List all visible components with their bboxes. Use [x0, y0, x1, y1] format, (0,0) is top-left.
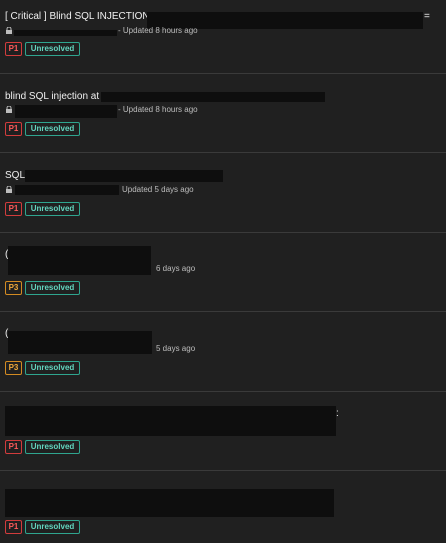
title-suffix: = [424, 11, 430, 22]
lock-icon [6, 186, 12, 193]
report-badges: P1 Unresolved [5, 42, 83, 56]
report-meta [5, 105, 15, 115]
status-badge: Unresolved [25, 42, 80, 56]
priority-badge: P1 [5, 520, 22, 534]
status-badge: Unresolved [25, 202, 80, 216]
report-badges: P3 Unresolved [5, 361, 83, 375]
redacted-text [8, 331, 152, 354]
report-item[interactable]: ( 6 days ago P3 Unresolved [0, 233, 446, 312]
updated-time: Updated 5 days ago [122, 185, 194, 194]
redacted-text [5, 406, 336, 436]
updated-time: 5 days ago [156, 344, 196, 353]
report-badges: P1 Unresolved [5, 122, 83, 136]
priority-badge: P1 [5, 440, 22, 454]
report-item[interactable]: blind SQL injection at - Updated 8 hours… [0, 74, 446, 153]
redacted-text [15, 185, 119, 195]
updated-time: - Updated 8 hours ago [118, 26, 198, 35]
report-item[interactable]: ( 5 days ago P3 Unresolved [0, 312, 446, 392]
report-badges: P1 Unresolved [5, 520, 83, 534]
report-badges: P3 Unresolved [5, 281, 83, 295]
redacted-text [15, 105, 117, 118]
priority-badge: P3 [5, 281, 22, 295]
updated-time: 6 days ago [156, 264, 196, 273]
report-item[interactable]: P1 Unresolved [0, 471, 446, 543]
lock-icon [6, 27, 12, 34]
report-item[interactable]: SQLi Updated 5 days ago P1 Unresolved [0, 153, 446, 233]
report-badges: P1 Unresolved [5, 440, 83, 454]
status-badge: Unresolved [25, 520, 80, 534]
status-badge: Unresolved [25, 122, 80, 136]
redacted-text [25, 170, 223, 182]
redacted-text [5, 489, 334, 517]
lock-icon [6, 106, 12, 113]
updated-time: - Updated 8 hours ago [118, 105, 198, 114]
report-item[interactable]: [ Critical ] Blind SQL INJECTION = - Upd… [0, 0, 446, 74]
priority-badge: P3 [5, 361, 22, 375]
report-title[interactable]: SQLi [5, 170, 27, 182]
report-list: [ Critical ] Blind SQL INJECTION = - Upd… [0, 0, 446, 543]
status-badge: Unresolved [25, 361, 80, 375]
report-meta [5, 185, 15, 195]
status-badge: Unresolved [25, 440, 80, 454]
report-title[interactable]: blind SQL injection at [5, 91, 99, 103]
status-badge: Unresolved [25, 281, 80, 295]
priority-badge: P1 [5, 122, 22, 136]
report-item[interactable]: : P1 Unresolved [0, 392, 446, 471]
title-suffix: : [336, 408, 339, 419]
report-badges: P1 Unresolved [5, 202, 83, 216]
redacted-text [8, 246, 151, 275]
redacted-text [14, 30, 117, 36]
priority-badge: P1 [5, 42, 22, 56]
redacted-text [101, 92, 325, 102]
report-title[interactable]: [ Critical ] Blind SQL INJECTION [5, 11, 150, 23]
priority-badge: P1 [5, 202, 22, 216]
